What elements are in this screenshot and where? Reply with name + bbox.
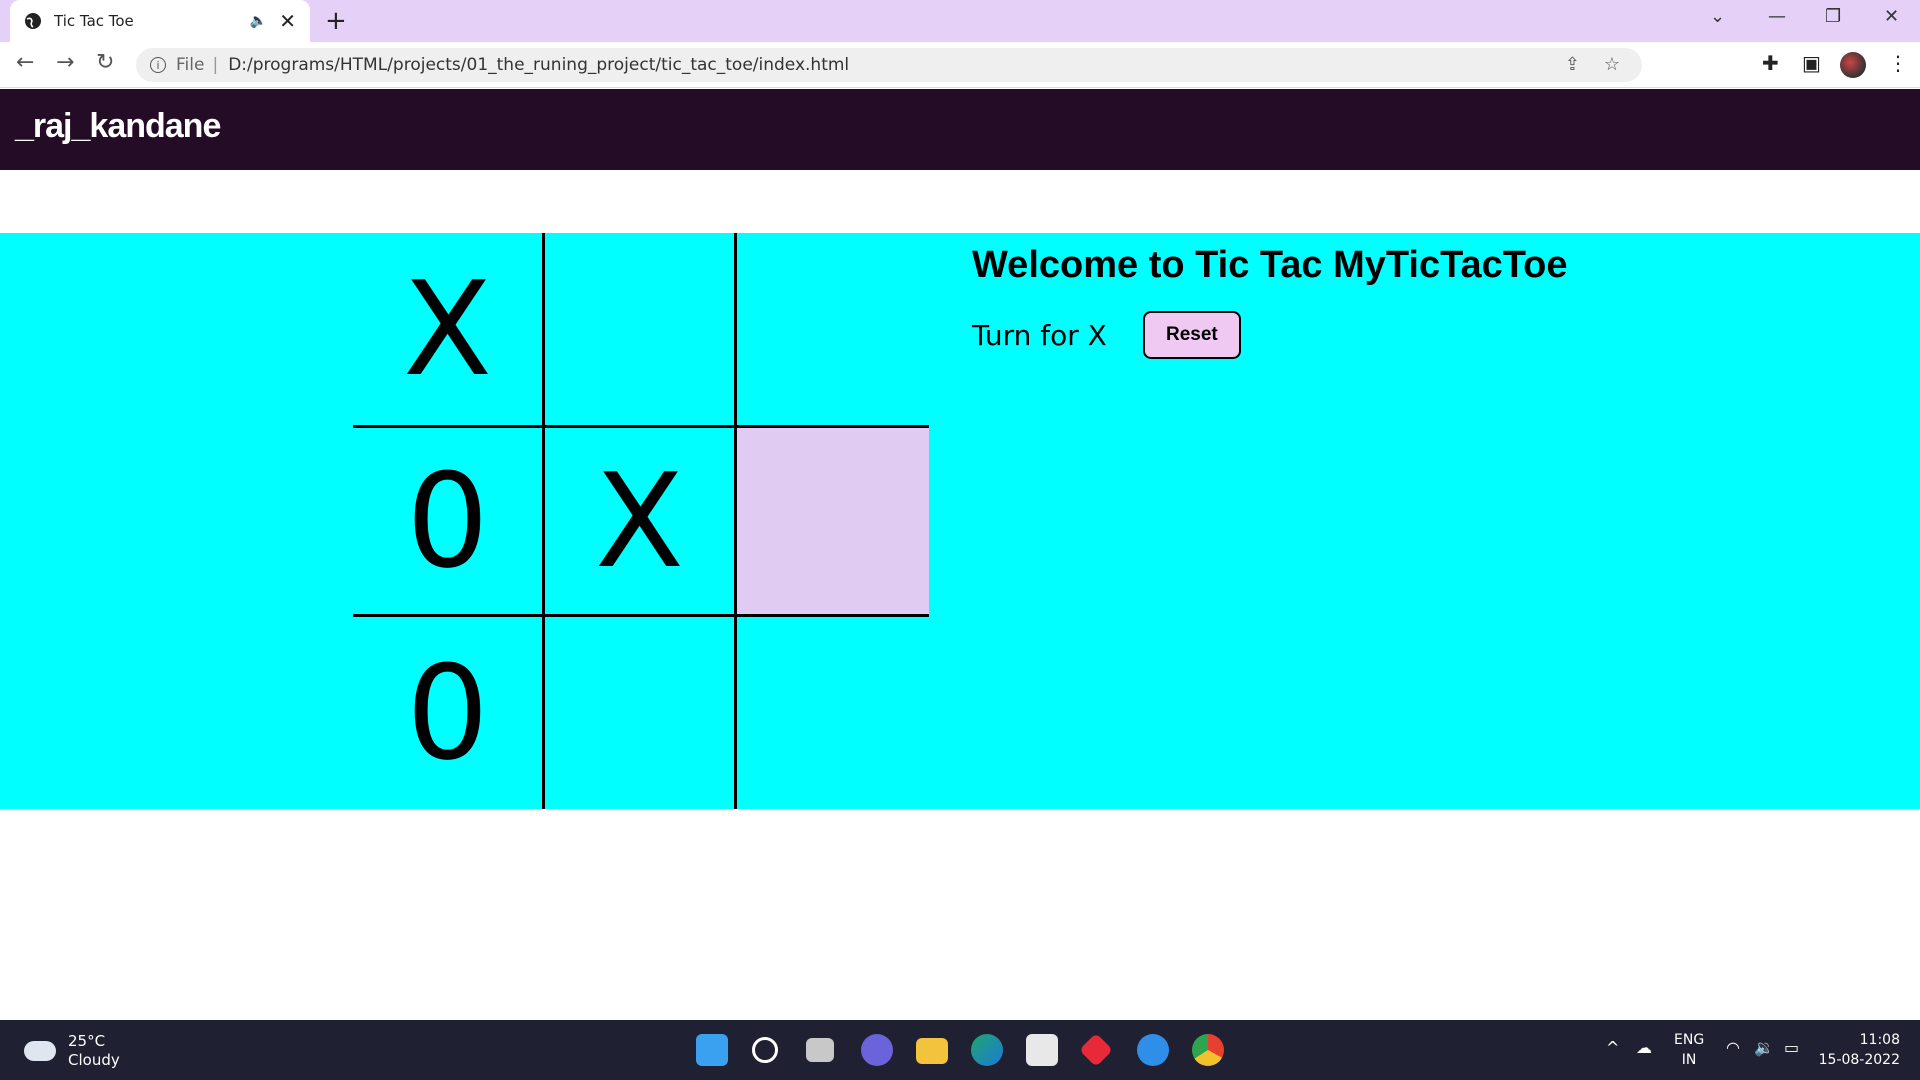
url-text[interactable]: D:/programs/HTML/projects/01_the_runing_… [228,55,849,75]
chrome-icon[interactable] [1192,1034,1224,1066]
tab-title: Tic Tac Toe [54,12,134,30]
chevron-up-icon[interactable]: ^ [1606,1038,1619,1057]
weather-condition: Cloudy [68,1051,120,1069]
board-cell[interactable] [737,617,929,809]
language-indicator[interactable]: ENG IN [1674,1030,1704,1070]
address-bar[interactable]: i File | D:/programs/HTML/projects/01_th… [136,48,1642,82]
game-board: X 0 X 0 [353,233,929,809]
board-cell[interactable]: X [353,233,545,425]
tab-close-button[interactable]: ✕ [279,9,296,33]
temperature: 25°C [68,1032,106,1050]
game-title: Welcome to Tic Tac MyTicTacToe [972,244,1568,286]
cloud-icon [24,1041,56,1061]
clock[interactable]: 11:08 15-08-2022 [1819,1030,1900,1070]
region-code: IN [1681,1052,1697,1068]
board-cell-highlighted[interactable] [737,425,929,617]
site-navbar: _raj_kandane [0,89,1920,170]
taskbar: 25°C Cloudy ^ ☁ ENG IN ◠ 🔉 ▭ 11:08 15-08… [0,1020,1920,1080]
speaker-icon[interactable]: 🔈 [250,13,267,29]
reload-icon[interactable]: ↻ [96,50,114,75]
close-window-button[interactable]: ✕ [1884,6,1899,27]
search-icon[interactable] [752,1037,778,1063]
new-tab-button[interactable]: + [325,6,347,36]
bookmark-star-icon[interactable]: ☆ [1604,54,1620,75]
site-info-icon[interactable]: i [150,57,166,73]
battery-icon[interactable]: ▭ [1784,1038,1799,1057]
chat-icon[interactable] [861,1034,893,1066]
board-cell[interactable] [545,233,737,425]
browser-toolbar: ← → ↻ i File | D:/programs/HTML/projects… [0,42,1920,88]
game-info-panel: Welcome to Tic Tac MyTicTacToe Turn for … [972,244,1568,359]
brand-title[interactable]: _raj_kandane [15,107,221,146]
weather-widget[interactable]: 25°C Cloudy [24,1032,120,1070]
board-cell[interactable] [545,617,737,809]
board-cell[interactable]: X [545,425,737,617]
side-panel-icon[interactable]: ▣ [1802,51,1821,75]
reset-button[interactable]: Reset [1142,311,1241,359]
back-icon[interactable]: ← [16,50,34,75]
tab-search-icon[interactable]: ⌄ [1710,6,1725,27]
globe-icon [25,13,41,29]
file-explorer-icon[interactable] [916,1038,948,1064]
profile-avatar[interactable] [1840,52,1866,78]
app-diamond-icon[interactable] [1079,1033,1113,1067]
browser-tab[interactable]: Tic Tac Toe 🔈 ✕ [10,0,310,42]
minimize-button[interactable]: — [1768,6,1786,27]
clock-date: 15-08-2022 [1818,1052,1900,1068]
turn-row: Turn for X Reset [972,311,1568,359]
wifi-icon[interactable]: ◠ [1726,1038,1740,1057]
menu-icon[interactable]: ⋮ [1888,51,1908,75]
url-separator: | [212,55,219,75]
turn-indicator: Turn for X [972,318,1107,352]
url-scheme-label: File [176,55,205,75]
store-icon[interactable] [1026,1034,1058,1066]
tab-strip: Tic Tac Toe 🔈 ✕ + ⌄ — ❐ ✕ [0,0,1920,42]
help-icon[interactable] [1137,1034,1169,1066]
start-icon[interactable] [696,1034,728,1066]
share-icon[interactable]: ⇪ [1565,54,1580,75]
clock-time: 11:08 [1859,1032,1900,1048]
board-cell[interactable]: 0 [353,425,545,617]
restore-button[interactable]: ❐ [1825,6,1841,27]
edge-icon[interactable] [971,1034,1003,1066]
language-code: ENG [1674,1032,1705,1048]
task-view-icon[interactable] [806,1038,834,1062]
extensions-icon[interactable]: ✚ [1762,51,1779,75]
forward-icon[interactable]: → [56,50,74,75]
onedrive-icon[interactable]: ☁ [1636,1038,1652,1057]
game-container [0,233,1920,809]
volume-icon[interactable]: 🔉 [1754,1038,1774,1057]
board-cell[interactable] [737,233,929,425]
board-cell[interactable]: 0 [353,617,545,809]
